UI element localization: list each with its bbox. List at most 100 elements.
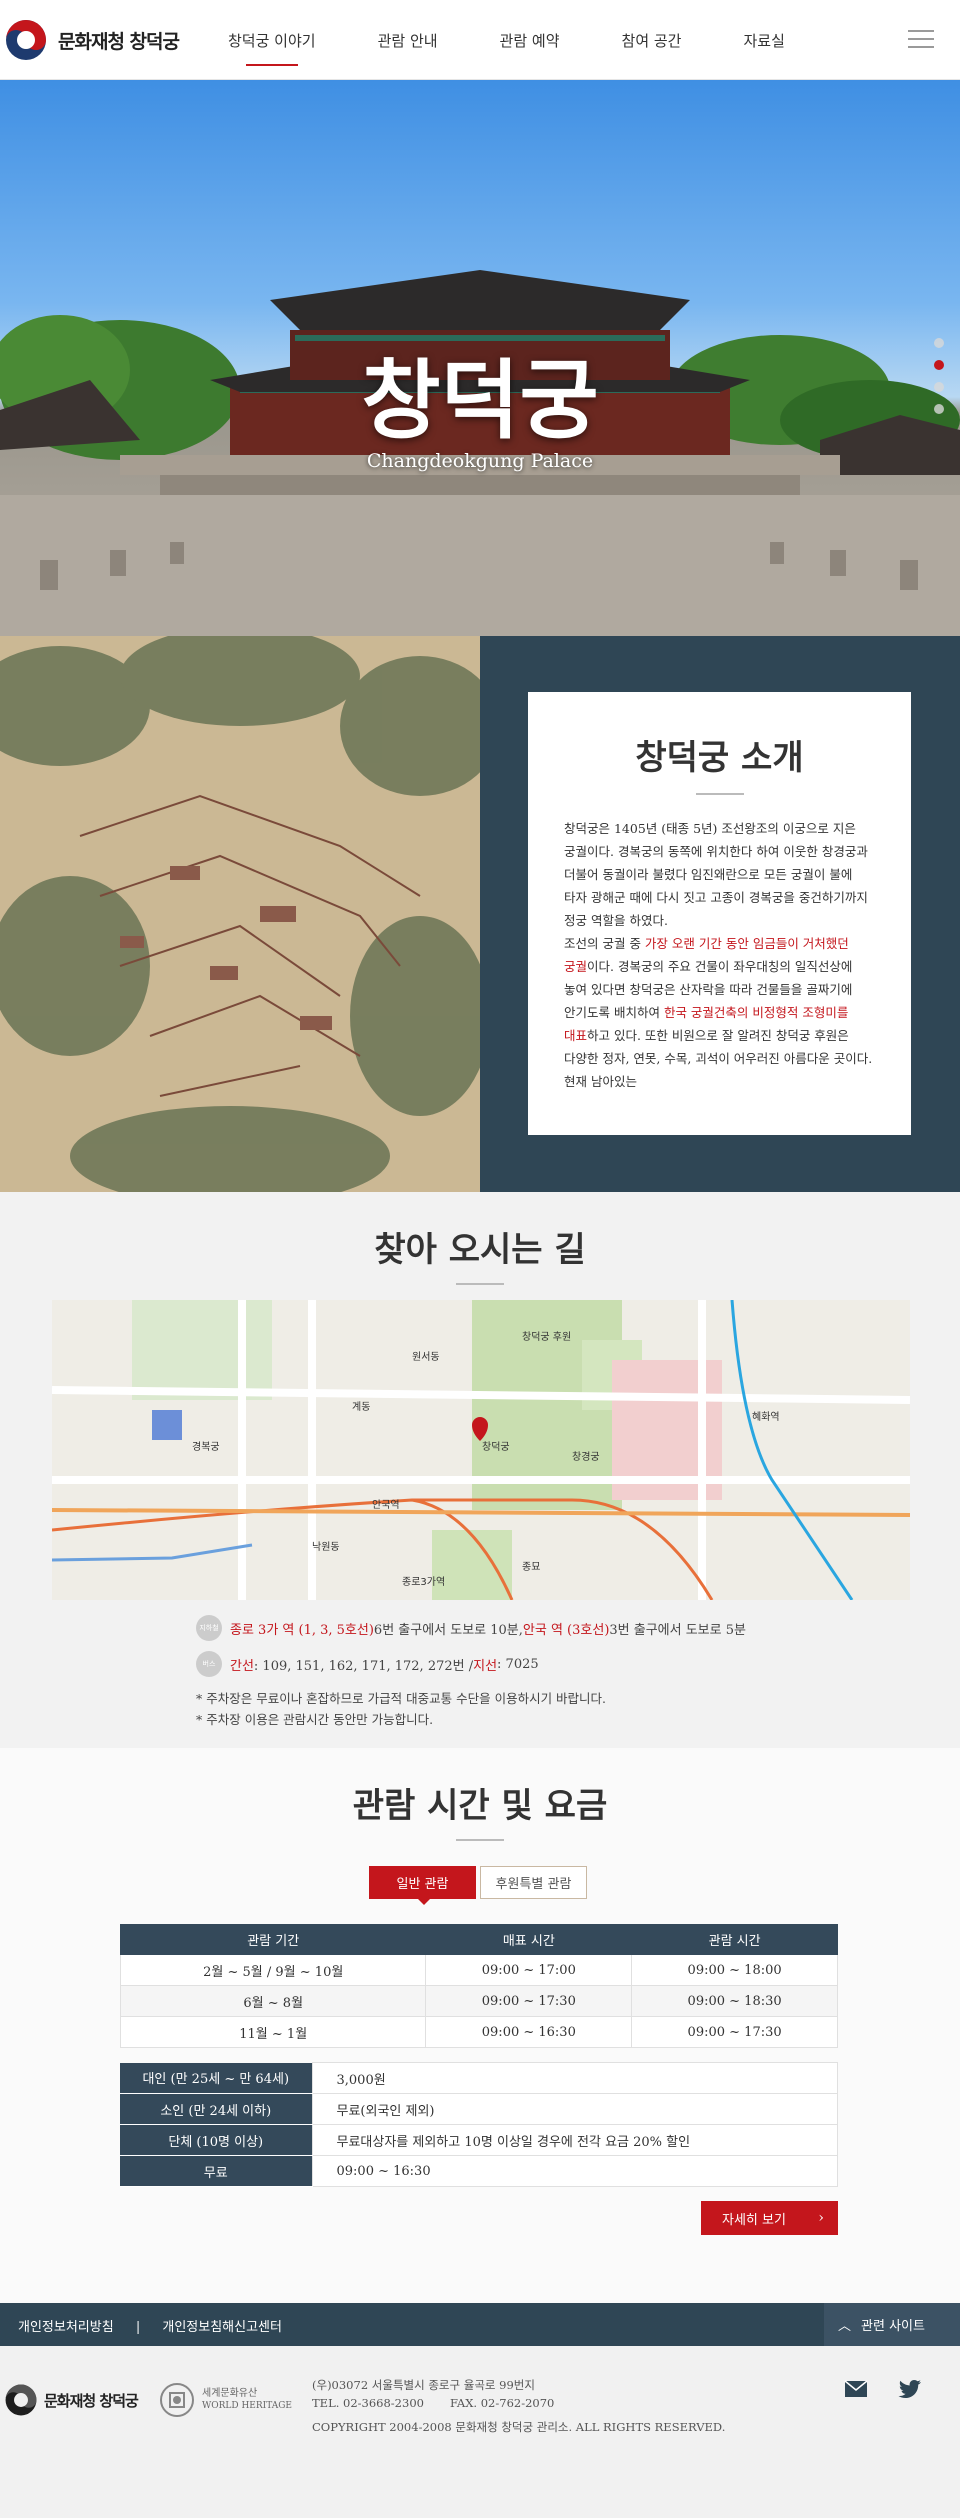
table-cell: 11월 ~ 1월 — [119, 2016, 427, 2048]
table-cell: 09:00 ~ 17:30 — [631, 2016, 838, 2048]
donggwoldo-painting — [0, 636, 480, 1192]
slide-dot[interactable] — [934, 404, 944, 414]
fee-label: 무료 — [120, 2155, 312, 2187]
footer-bar: 개인정보처리방침 | 개인정보침해신고센터 ︿ 관련 사이트 — [0, 2303, 960, 2346]
taegeuk-logo-icon — [5, 2384, 37, 2416]
table-header: 관람 기간 — [119, 1924, 427, 1955]
intro-text: 창덕궁은 1405년 (태종 5년) 조선왕조의 이궁으로 지은 궁궐이다. 경… — [564, 817, 875, 1093]
bus-icon: 버스 — [196, 1651, 222, 1677]
intro-panel: 창덕궁 소개 창덕궁은 1405년 (태종 5년) 조선왕조의 이궁으로 지은 … — [480, 636, 960, 1192]
slide-dot[interactable] — [934, 382, 944, 392]
nav-item-guide[interactable]: 관람 안내 — [378, 30, 438, 66]
tour-type-tabs: 일반 관람 후원특별 관람 — [369, 1866, 591, 1905]
hamburger-menu-icon[interactable] — [908, 30, 934, 50]
privacy-report-link[interactable]: 개인정보침해신고센터 — [162, 2320, 282, 2335]
bus-highlight-1: 간선 — [230, 1658, 254, 1674]
footer-logo-text: 문화재청 창덕궁 — [44, 2391, 139, 2410]
related-sites-label: 관련 사이트 — [861, 2319, 925, 2334]
transport-info: 지하철 종로 3가 역 (1, 3, 5호선) 6번 출구에서 도보로 10분,… — [196, 1615, 746, 1730]
hours-table: 관람 기간 매표 시간 관람 시간 2월 ~ 5월 / 9월 ~ 10월 09:… — [119, 1924, 838, 2048]
heritage-kor: 세계문화유산 — [202, 2388, 258, 2399]
nav-item-community[interactable]: 참여 공간 — [622, 30, 682, 66]
map-label: 계동 — [352, 1401, 370, 1413]
subway-text-2: 3번 출구에서 도보로 5분 — [609, 1622, 746, 1638]
intro-paragraph-2c: 하고 있다. 또한 비원으로 잘 알려진 창덕궁 후원은 다양한 정자, 연못,… — [564, 1028, 873, 1089]
subway-highlight-1: 종로 3가 역 (1, 3, 5호선) — [230, 1622, 374, 1638]
social-links — [814, 2380, 922, 2404]
intro-title: 창덕궁 소개 — [635, 738, 804, 778]
related-sites-button[interactable]: ︿ 관련 사이트 — [824, 2303, 960, 2346]
map-label: 종묘 — [522, 1561, 540, 1573]
world-heritage-icon — [160, 2383, 194, 2417]
intro-paragraph-1: 창덕궁은 1405년 (태종 5년) 조선왕조의 이궁으로 지은 궁궐이다. 경… — [564, 821, 868, 928]
mail-icon[interactable] — [844, 2380, 868, 2404]
fee-label: 소인 (만 24세 이하) — [120, 2093, 312, 2125]
fee-value: 3,000원 — [311, 2062, 838, 2094]
main-nav: 창덕궁 이야기 관람 안내 관람 예약 참여 공간 자료실 — [228, 30, 847, 66]
map-label: 낙원동 — [312, 1541, 340, 1553]
fee-row: 소인 (만 24세 이하) 무료(외국인 제외) — [120, 2093, 838, 2125]
copyright: COPYRIGHT 2004-2008 문화재청 창덕궁 관리소. ALL RI… — [312, 2420, 726, 2434]
intro-paragraph-2a: 조선의 궁궐 중 — [564, 936, 645, 951]
subway-highlight-2: 안국 역 (3호선) — [522, 1622, 610, 1638]
fee-value: 무료대상자를 제외하고 10명 이상일 경우에 전각 요금 20% 할인 — [311, 2124, 838, 2156]
map-label: 종로3가역 — [402, 1576, 445, 1588]
fee-row: 대인 (만 25세 ~ 만 64세) 3,000원 — [120, 2062, 838, 2094]
title-divider — [456, 1839, 504, 1841]
table-cell: 09:00 ~ 16:30 — [425, 2016, 633, 2048]
world-heritage-badge: 세계문화유산 WORLD HERITAGE — [160, 2383, 292, 2417]
painting-illustration — [0, 636, 480, 1192]
tab-general[interactable]: 일반 관람 — [369, 1866, 476, 1905]
nav-item-story[interactable]: 창덕궁 이야기 — [228, 30, 316, 66]
map-label: 창덕궁 후원 — [522, 1331, 571, 1343]
table-row: 2월 ~ 5월 / 9월 ~ 10월 09:00 ~ 17:00 09:00 ~… — [119, 1954, 838, 1986]
heritage-eng: WORLD HERITAGE — [202, 2401, 292, 2411]
more-details-button[interactable]: 자세히 보기 › — [701, 2201, 838, 2235]
subway-text-1: 6번 출구에서 도보로 10분, — [373, 1622, 523, 1638]
parking-note-1: * 주차장은 무료이나 혼잡하므로 가급적 대중교통 수단을 이용하시기 바랍니… — [196, 1691, 607, 1706]
slide-dot[interactable] — [934, 338, 944, 348]
parking-note-2: * 주차장 이용은 관람시간 동안만 가능합니다. — [196, 1712, 434, 1727]
telephone: TEL. 02-3668-2300 — [312, 2396, 424, 2410]
nav-item-archive[interactable]: 자료실 — [743, 30, 784, 66]
taegeuk-logo-icon — [6, 20, 46, 60]
subway-icon: 지하철 — [196, 1615, 222, 1641]
fee-label: 대인 (만 25세 ~ 만 64세) — [120, 2062, 312, 2094]
map-label: 창경궁 — [572, 1450, 600, 1463]
nav-item-reservation[interactable]: 관람 예약 — [500, 30, 560, 66]
more-label: 자세히 보기 — [722, 2212, 786, 2228]
fee-label: 단체 (10명 이상) — [120, 2124, 312, 2156]
subway-row: 지하철 종로 3가 역 (1, 3, 5호선) 6번 출구에서 도보로 10분,… — [196, 1615, 746, 1641]
site-logo[interactable]: 문화재청 창덕궁 — [4, 18, 180, 62]
table-cell: 09:00 ~ 17:30 — [425, 1985, 633, 2017]
tab-secret-garden[interactable]: 후원특별 관람 — [480, 1866, 587, 1899]
hero-banner: 창덕궁 Changdeokgung Palace — [0, 80, 960, 636]
site-footer: 문화재청 창덕궁 세계문화유산 WORLD HERITAGE (우)03072 … — [0, 2346, 960, 2518]
chevron-up-icon: ︿ — [838, 2319, 852, 2334]
hero-subtitle: Changdeokgung Palace — [366, 450, 594, 472]
footer-logo: 문화재청 창덕궁 — [4, 2383, 139, 2417]
location-map[interactable]: 창덕궁 안국역 종로3가역 경복궁 창경궁 종묘 원서동 계동 낙원동 혜화역 … — [52, 1300, 910, 1600]
twitter-icon[interactable] — [898, 2380, 922, 2404]
map-graphic: 창덕궁 안국역 종로3가역 경복궁 창경궁 종묘 원서동 계동 낙원동 혜화역 … — [52, 1300, 910, 1600]
table-cell: 2월 ~ 5월 / 9월 ~ 10월 — [119, 1954, 427, 1986]
chevron-right-icon: › — [818, 2210, 824, 2226]
link-divider: | — [135, 2320, 141, 2335]
slide-dot-active[interactable] — [934, 360, 944, 370]
table-cell: 09:00 ~ 18:30 — [631, 1985, 838, 2017]
fee-row: 무료 09:00 ~ 16:30 — [120, 2155, 838, 2187]
table-header: 관람 시간 — [631, 1924, 838, 1955]
map-label: 혜화역 — [752, 1411, 780, 1423]
intro-section: 창덕궁 소개 창덕궁은 1405년 (태종 5년) 조선왕조의 이궁으로 지은 … — [0, 636, 960, 1192]
map-label: 창덕궁 — [482, 1441, 510, 1453]
logo-text: 문화재청 창덕궁 — [58, 30, 180, 53]
footer-links: 개인정보처리방침 | 개인정보침해신고센터 — [18, 2316, 300, 2335]
hero-title: 창덕궁 — [361, 350, 599, 451]
bus-highlight-2: 지선 — [473, 1658, 498, 1674]
table-cell: 09:00 ~ 17:00 — [425, 1954, 633, 1986]
privacy-policy-link[interactable]: 개인정보처리방침 — [18, 2320, 114, 2335]
directions-section: 찾아 오시는 길 창덕궁 안국역 종로3가역 경복궁 창경궁 종묘 원서동 계동… — [0, 1192, 960, 1748]
fee-table: 대인 (만 25세 ~ 만 64세) 3,000원 소인 (만 24세 이하) … — [120, 2062, 838, 2187]
map-label: 경복궁 — [192, 1440, 220, 1453]
title-divider — [456, 1283, 504, 1285]
